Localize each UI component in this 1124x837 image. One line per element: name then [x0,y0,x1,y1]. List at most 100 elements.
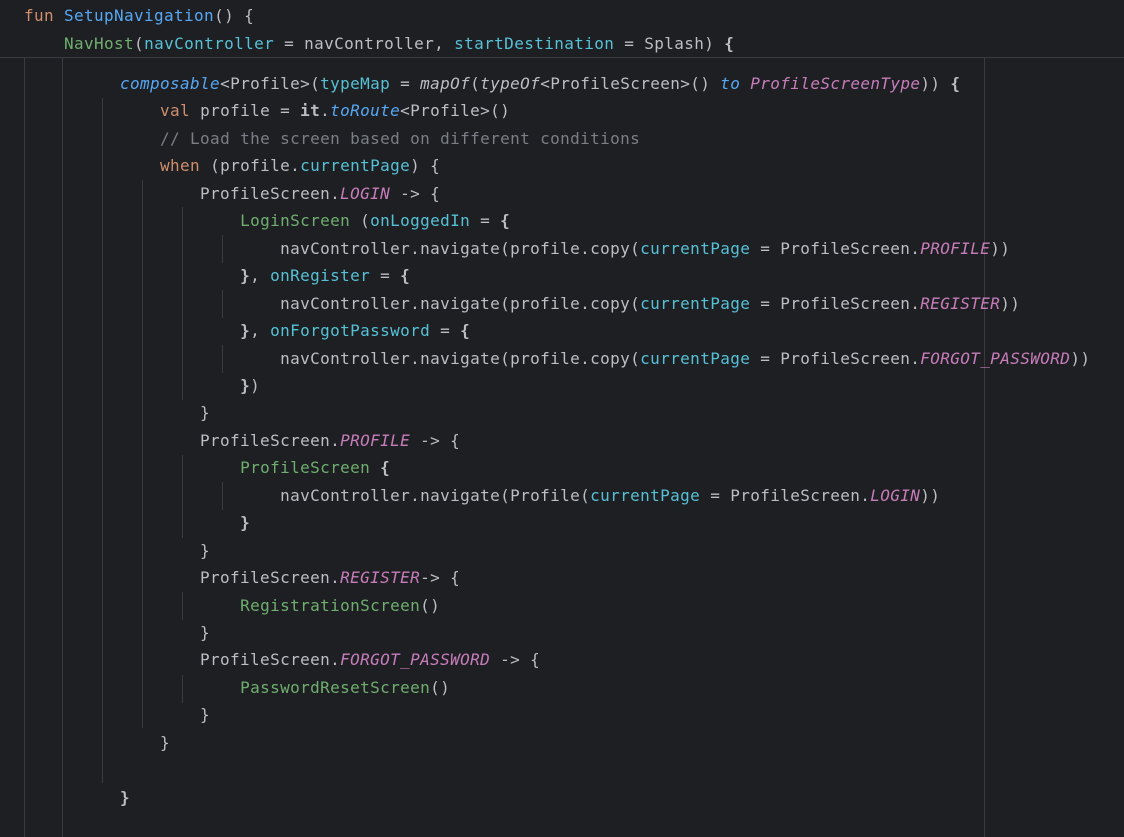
code-token: = ProfileScreen. [750,238,921,258]
code-token: = navController, [274,33,455,53]
code-token: currentPage [590,485,701,505]
right-margin-guide [984,57,985,837]
code-token: ProfileScreen. [40,568,341,588]
code-token: typeOf [480,74,541,93]
code-line[interactable]: ProfileScreen.PROFILE -> { [40,427,460,454]
code-line[interactable]: val profile = it.toRoute<Profile>() [40,97,510,124]
code-line[interactable]: } [40,729,170,756]
code-token: { [724,33,735,53]
code-token: } [240,513,251,533]
code-token: ProfileScreen. [40,183,341,203]
code-token: PasswordResetScreen [240,677,431,697]
code-token: onLoggedIn [370,211,471,231]
code-token: )) [990,238,1011,258]
code-token: = ProfileScreen. [750,293,921,313]
code-line[interactable]: } [40,619,210,646]
code-token: ProfileScreen. [40,650,341,670]
code-token: to [720,74,741,93]
code-token: () { [214,6,255,25]
code-token: PROFILE [920,238,991,258]
code-token: = [430,321,461,341]
indent-guide [24,57,25,837]
code-line[interactable]: } [40,701,210,728]
code-line[interactable]: NavHost(navController = navController, s… [24,30,734,57]
code-line[interactable]: ProfileScreen.FORGOT_PASSWORD -> { [40,646,540,673]
code-line[interactable]: fun SetupNavigation() { [24,2,254,29]
code-token: FORGOT_PASSWORD [340,650,491,670]
code-token: { [380,458,391,478]
code-line[interactable]: navController.navigate(profile.copy(curr… [40,235,1010,262]
code-token: <Profile>() [400,101,511,121]
code-token: = Splash) [614,33,725,53]
code-line[interactable]: } [40,509,250,536]
code-token: SetupNavigation [64,6,215,25]
code-line[interactable]: navController.navigate(profile.copy(curr… [40,290,1020,317]
code-token: fun [24,6,65,25]
code-token: { [400,266,411,286]
code-token: LoginScreen [240,211,351,231]
code-token: } [240,321,251,341]
code-line[interactable]: } [40,399,210,426]
code-token: navController.navigate(profile.copy( [40,238,641,258]
code-token: = ProfileScreen. [700,485,871,505]
code-line[interactable]: } [40,537,210,564]
code-line[interactable]: ProfileScreen.REGISTER-> { [40,564,460,591]
code-line[interactable]: navController.navigate(Profile(currentPa… [40,482,940,509]
code-token: () [420,595,441,615]
code-line[interactable]: LoginScreen (onLoggedIn = { [40,207,510,234]
code-token: } [40,540,211,560]
code-line[interactable]: ProfileScreen.LOGIN -> { [40,180,440,207]
code-token: onForgotPassword [270,321,431,341]
code-token: } [40,403,211,423]
code-line[interactable]: composable<Profile>(typeMap = mapOf(type… [40,70,960,97]
code-line[interactable]: navController.navigate(profile.copy(curr… [40,345,1090,372]
code-token: val [160,101,191,121]
sticky-scroll-header[interactable]: fun SetupNavigation() { NavHost(navContr… [0,0,1124,58]
code-token: <Profile>( [220,74,321,93]
code-token: (profile. [200,156,301,176]
code-token: )) [1070,348,1091,368]
code-token: RegistrationScreen [240,595,421,615]
code-token: )) [920,74,951,93]
code-editor[interactable]: fun SetupNavigation() { NavHost(navContr… [0,0,1124,837]
code-line[interactable]: // Load the screen based on different co… [40,125,640,152]
code-line[interactable]: }) [40,372,260,399]
code-line[interactable]: }, onForgotPassword = { [40,317,470,344]
code-token: startDestination [454,33,615,53]
code-token: REGISTER [340,568,421,588]
code-line[interactable]: } [40,784,130,811]
code-token: )) [920,485,941,505]
code-token: onRegister [270,266,371,286]
code-token: -> { [390,183,441,203]
code-token: { [460,321,471,341]
code-token: } [240,375,251,395]
code-token: composable [120,74,221,93]
code-token: = [390,74,421,93]
code-token: } [40,705,211,725]
code-token: currentPage [640,238,751,258]
code-token: ( [134,33,145,53]
code-line[interactable]: when (profile.currentPage) { [40,152,440,179]
code-line[interactable]: }, onRegister = { [40,262,410,289]
code-line[interactable]: ProfileScreen { [40,454,390,481]
code-token: currentPage [640,293,751,313]
code-line[interactable]: RegistrationScreen() [40,592,440,619]
code-token: toRoute [330,101,401,121]
code-token: LOGIN [340,183,391,203]
code-token: -> { [420,568,461,588]
code-token: LOGIN [870,485,921,505]
code-line[interactable]: PasswordResetScreen() [40,674,450,701]
code-token: <ProfileScreen>() [540,74,721,93]
code-token: FORGOT_PASSWORD [920,348,1071,368]
code-token: { [950,74,961,93]
code-token: } [240,266,251,286]
code-token: () [430,677,451,697]
